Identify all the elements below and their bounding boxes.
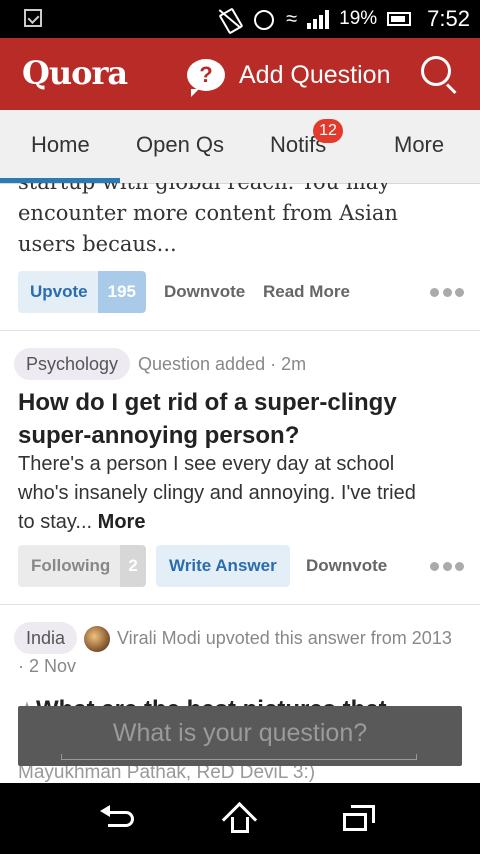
status-icons: ≈ 19% 7:52 xyxy=(218,0,470,38)
feed: startup with global reach. You may encou… xyxy=(0,183,480,783)
avatar[interactable] xyxy=(84,626,110,652)
upvote-count: 195 xyxy=(97,271,146,313)
input-underline xyxy=(61,754,417,760)
answer-text-line: users becaus... xyxy=(18,232,177,256)
upvote-label: Upvote xyxy=(18,271,98,313)
question-body: There's a person I see every day at scho… xyxy=(18,450,416,537)
activity-date: · 2 Nov xyxy=(18,656,77,676)
add-question-button[interactable]: ? Add Question xyxy=(187,56,391,97)
following-button[interactable]: Following 2 xyxy=(18,545,146,587)
read-more-button[interactable]: Read More xyxy=(263,282,350,302)
topic-tag[interactable]: India xyxy=(14,622,78,654)
question-title-line: super-annoying person? xyxy=(18,422,300,449)
quora-logo[interactable]: Quora xyxy=(22,54,128,92)
alarm-icon xyxy=(252,7,276,31)
question-title-line: How do I get rid of a super-clingy xyxy=(18,389,397,416)
tab-open-qs[interactable]: Open Qs xyxy=(136,132,224,158)
more-link[interactable]: More xyxy=(98,511,146,533)
question-bubble-icon: ? xyxy=(187,59,225,97)
question-body-line: to stay... xyxy=(18,511,93,533)
recent-apps-icon[interactable] xyxy=(343,805,375,833)
clock: 7:52 xyxy=(427,6,470,31)
search-icon[interactable] xyxy=(421,56,451,86)
upvote-button[interactable]: Upvote 195 xyxy=(18,271,146,313)
system-nav-bar xyxy=(0,783,480,854)
following-count: 2 xyxy=(120,545,146,587)
ask-question-bar[interactable]: What is your question? xyxy=(18,706,462,766)
notifs-badge: 12 xyxy=(313,119,343,143)
wifi-icon: ≈ xyxy=(286,7,298,30)
feed-card-question: Psychology Question added · 2m How do I … xyxy=(0,331,480,605)
downvote-button[interactable]: Downvote xyxy=(306,556,387,576)
feed-card-answer: startup with global reach. You may encou… xyxy=(0,183,480,331)
back-icon[interactable] xyxy=(100,805,136,831)
signal-icon xyxy=(307,9,330,29)
activity-meta: Virali Modi upvoted this answer from 201… xyxy=(117,628,452,648)
status-bar: ≈ 19% 7:52 xyxy=(0,0,480,38)
checkbox-notification-icon xyxy=(24,9,42,27)
question-body-line: There's a person I see every day at scho… xyxy=(18,453,395,475)
answer-text-line: encounter more content from Asian xyxy=(18,201,398,225)
home-icon[interactable] xyxy=(223,803,257,835)
answer-text-cut: startup with global reach. You may xyxy=(18,183,390,198)
tab-more[interactable]: More xyxy=(394,132,444,158)
downvote-button[interactable]: Downvote xyxy=(164,282,245,302)
ask-question-input[interactable]: What is your question? xyxy=(18,719,462,748)
question-meta: Question added · 2m xyxy=(138,354,307,374)
tab-bar: Home Open Qs Notifs More xyxy=(0,110,480,184)
vibrate-icon xyxy=(218,7,242,31)
question-body-line: who's insanely clingy and annoying. I've… xyxy=(18,482,416,504)
battery-percent: 19% xyxy=(339,8,378,29)
app-bar: Quora ? Add Question xyxy=(0,38,480,110)
question-title[interactable]: How do I get rid of a super-clingy super… xyxy=(18,386,397,452)
more-options-icon[interactable] xyxy=(430,288,464,298)
tab-home[interactable]: Home xyxy=(31,132,90,158)
topic-tag[interactable]: Psychology xyxy=(14,348,131,380)
battery-icon xyxy=(387,12,412,26)
following-label: Following xyxy=(18,545,121,587)
add-question-label: Add Question xyxy=(239,60,391,89)
write-answer-button[interactable]: Write Answer xyxy=(156,545,290,587)
more-options-icon[interactable] xyxy=(430,562,464,572)
